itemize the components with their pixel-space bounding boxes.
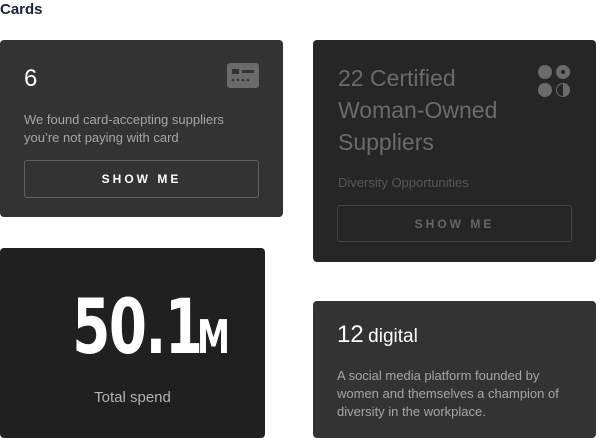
- diversity-title: 22 Certified Woman-Owned Suppliers: [338, 65, 498, 155]
- grid-dots-icon: [538, 65, 570, 97]
- digital-heading: 12 digital: [337, 321, 418, 349]
- total-spend-label: Total spend: [94, 389, 171, 406]
- credit-card-icon: [227, 63, 259, 88]
- section-heading: Cards: [0, 1, 43, 18]
- show-me-button-disabled[interactable]: SHOW ME: [337, 205, 572, 242]
- total-spend-value: 50.1M: [0, 282, 265, 371]
- digital-description: A social media platform founded by women…: [337, 368, 559, 419]
- diversity-subtitle: Diversity Opportunities: [338, 175, 469, 190]
- supplier-description: We found card-accepting suppliers you’re…: [24, 112, 224, 145]
- spend-unit: M: [197, 310, 231, 364]
- spend-number: 50.1: [72, 282, 203, 371]
- show-me-button[interactable]: SHOW ME: [24, 160, 259, 198]
- digital-count: 12: [337, 321, 364, 348]
- digital-word: digital: [368, 326, 418, 347]
- supplier-count: 6: [24, 65, 38, 92]
